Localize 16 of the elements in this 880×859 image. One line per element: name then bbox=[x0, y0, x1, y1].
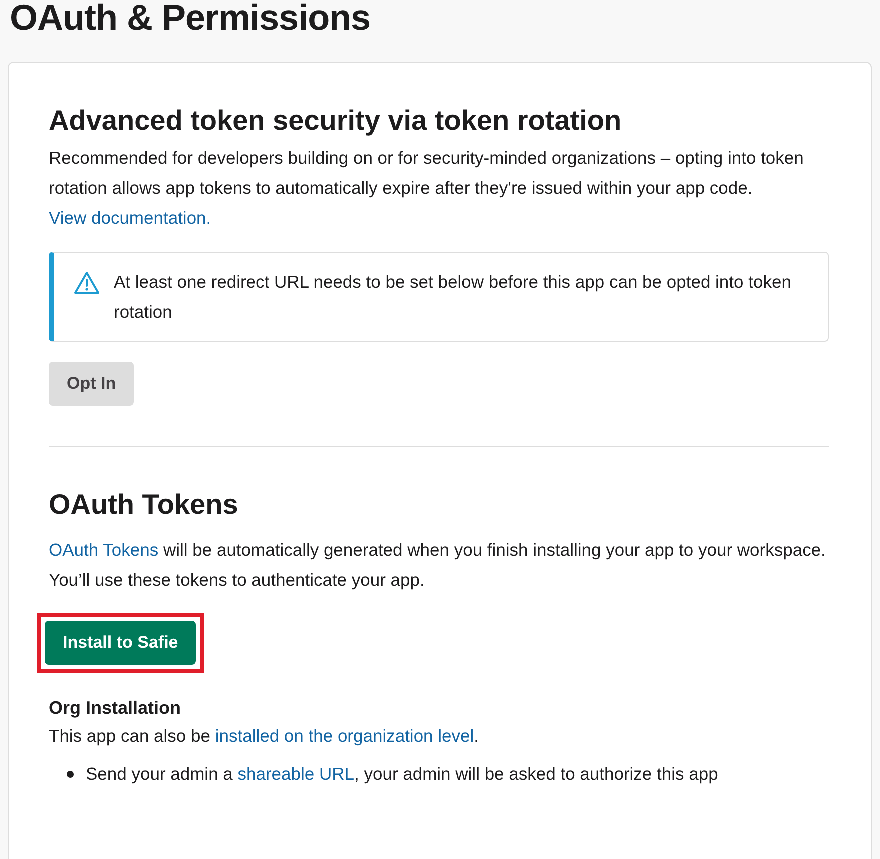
link[interactable]: shareable URL bbox=[238, 764, 354, 784]
section-description: Recommended for developers building on or for security-minded organizations – opting into token rotation allows app tokens to automatically expire after they're issued within your app code. View documentation. bbox=[49, 147, 805, 230]
link[interactable]: installed on the organization level bbox=[215, 726, 474, 746]
notice-text: At least one redirect URL needs to be set below before this app can be opted into token rotation bbox=[114, 271, 792, 324]
bullet-icon bbox=[67, 771, 74, 778]
link[interactable]: OAuth Tokens bbox=[49, 540, 159, 560]
subsection-heading: Org Installation bbox=[49, 697, 182, 720]
link[interactable]: View documentation. bbox=[49, 208, 212, 228]
section-description: OAuth Tokens will be automatically generated when you finish installing your app to your workspace. You’ll use these tokens to authenticate your app. bbox=[49, 539, 827, 592]
section-heading: Advanced token security via token rotation bbox=[49, 104, 622, 138]
page-title: OAuth & Permissions bbox=[10, 0, 371, 38]
section-heading: OAuth Tokens bbox=[49, 488, 238, 522]
subsection-description: This app can also be installed on the organization level. bbox=[49, 725, 480, 748]
install-button[interactable]: Install to Safie bbox=[45, 621, 196, 665]
list-item-text: Send your admin a shareable URL, your admin will be asked to authorize this app bbox=[86, 763, 718, 786]
warning-icon bbox=[74, 271, 100, 295]
